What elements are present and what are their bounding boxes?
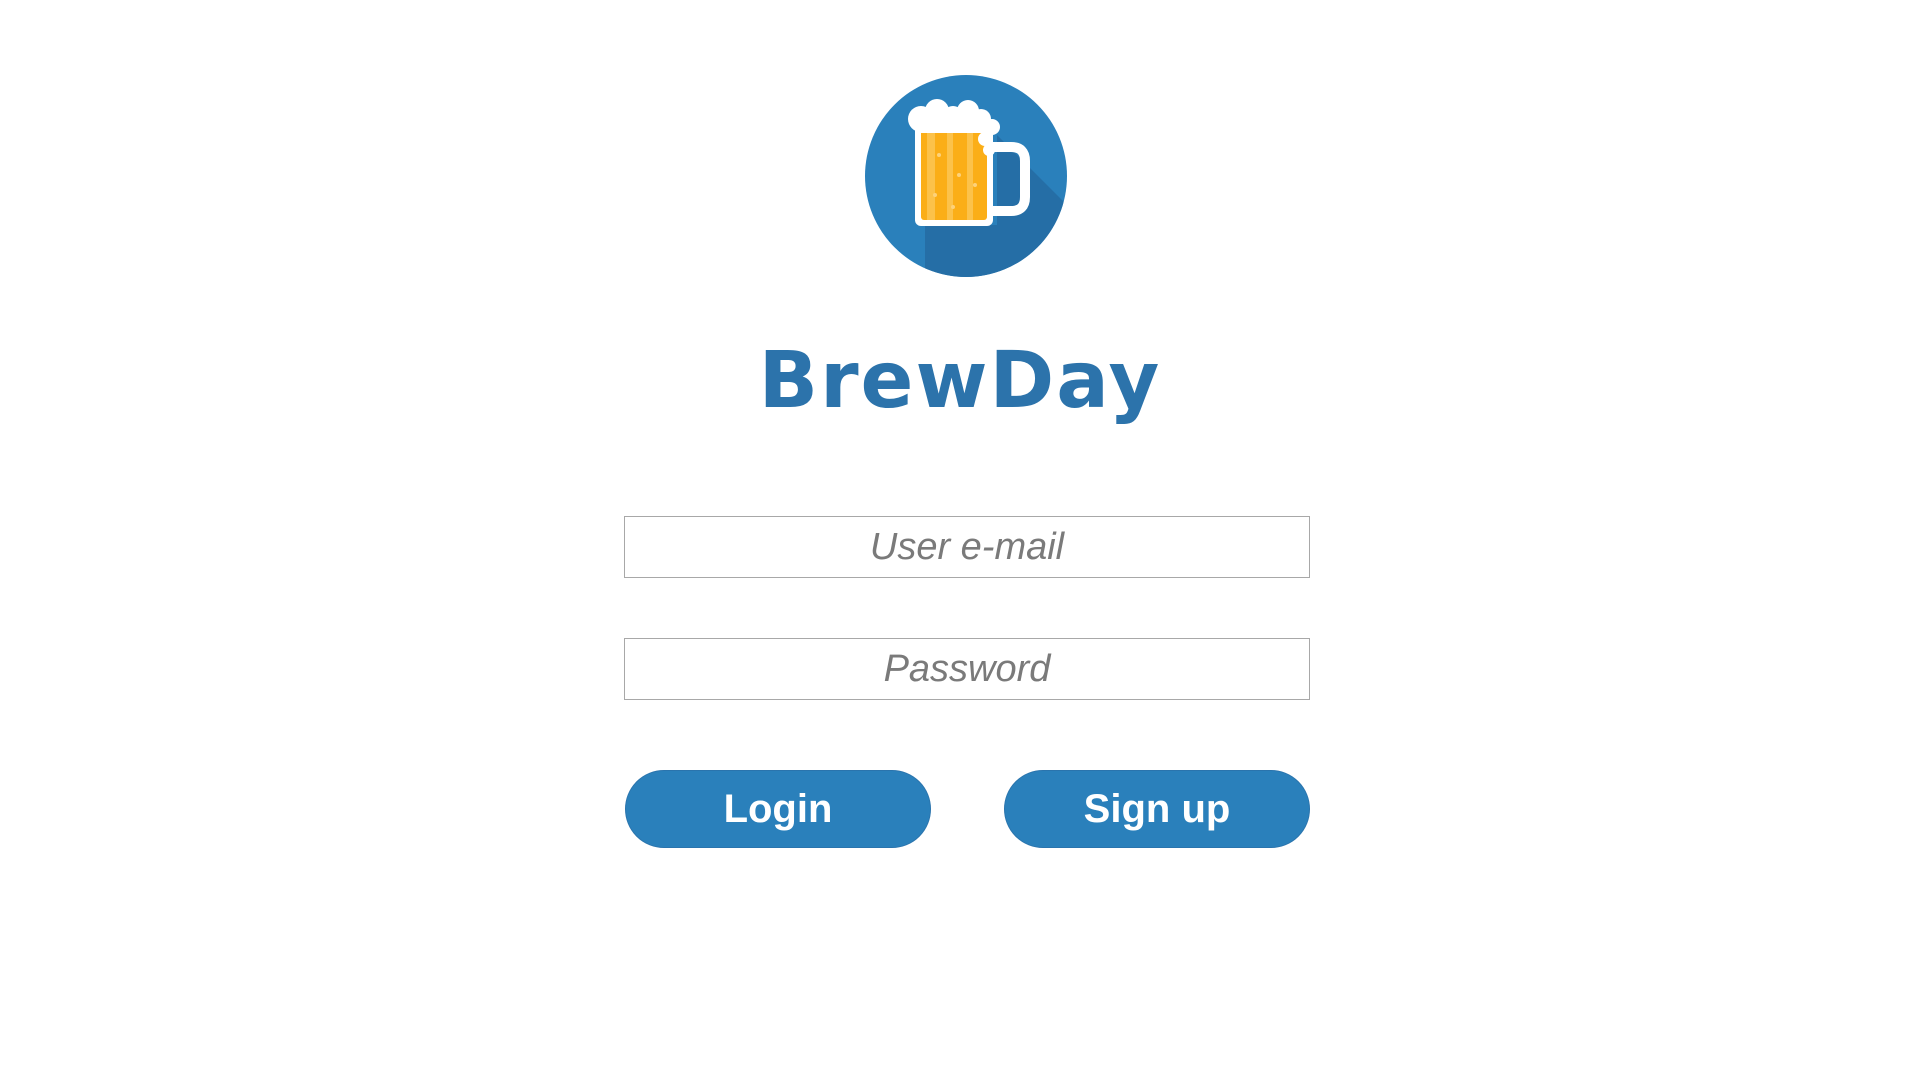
password-field[interactable] <box>624 638 1310 700</box>
email-field[interactable] <box>624 516 1310 578</box>
login-button[interactable]: Login <box>625 770 931 848</box>
app-logo <box>865 75 1067 277</box>
beer-mug-icon <box>865 75 1067 277</box>
app-title: BrewDay <box>758 336 1162 426</box>
signup-button[interactable]: Sign up <box>1004 770 1310 848</box>
